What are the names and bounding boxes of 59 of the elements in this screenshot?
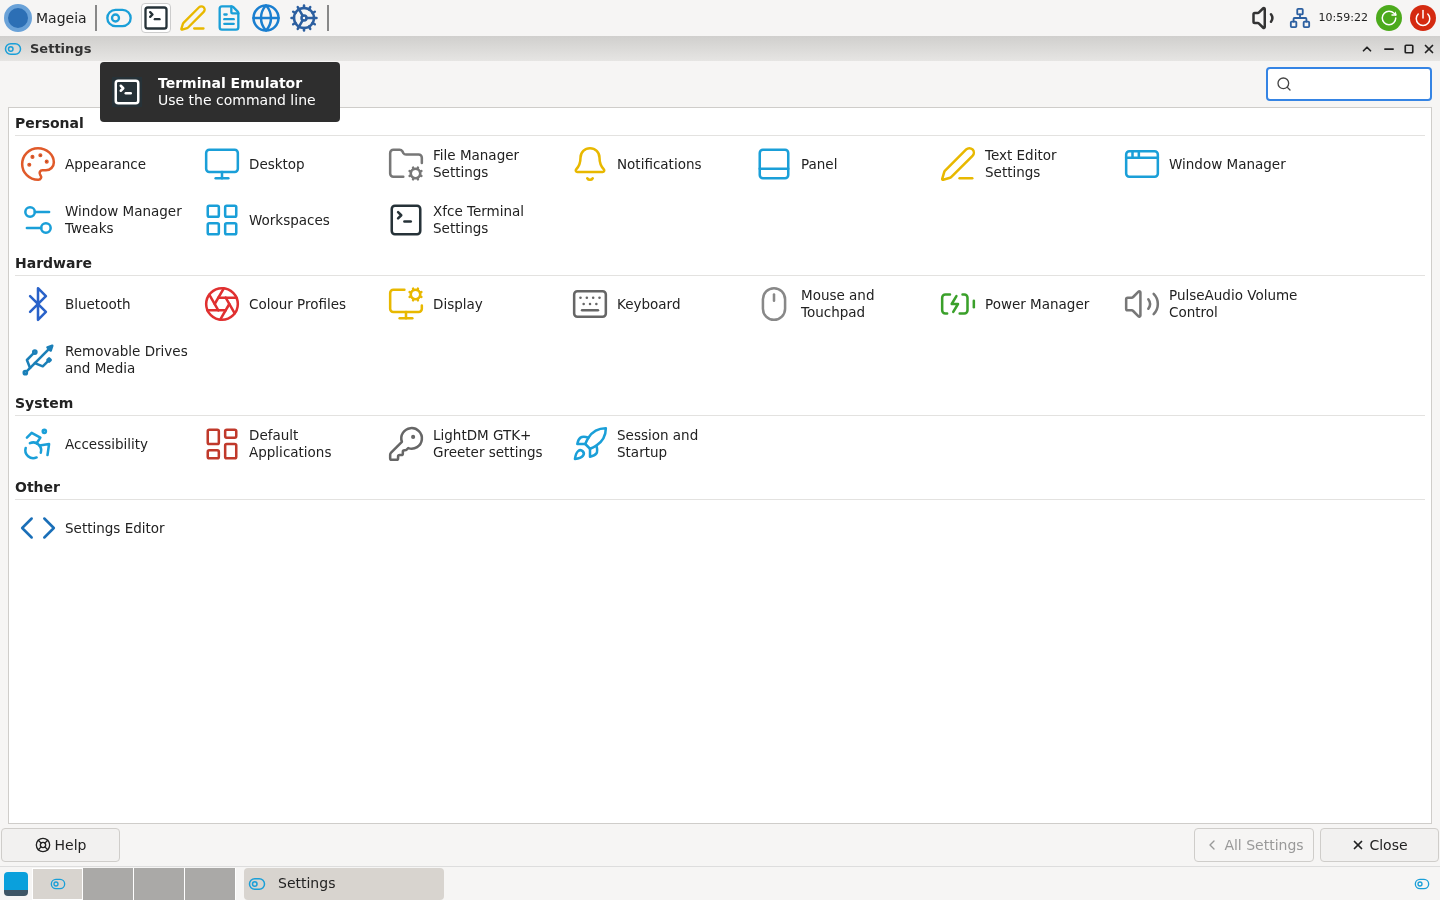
settings-item[interactable]: Power Manager (935, 276, 1119, 332)
clock[interactable]: 10:59:22 (1318, 9, 1368, 27)
settings-item[interactable]: Appearance (15, 136, 199, 192)
settings-item[interactable]: Bluetooth (15, 276, 199, 332)
settings-item[interactable]: Accessibility (15, 416, 199, 472)
folder-icon (387, 145, 425, 183)
terminal-icon[interactable] (140, 3, 171, 33)
app-tiles-icon (203, 425, 241, 463)
rocket-icon (571, 425, 609, 463)
settings-item[interactable]: Window Manager (1119, 136, 1303, 192)
pencil-icon (939, 145, 977, 183)
settings-item[interactable]: Removable Drives and Media (15, 332, 199, 388)
settings-item[interactable]: Keyboard (567, 276, 751, 332)
settings-item[interactable]: Session and Startup (567, 416, 751, 472)
settings-item[interactable]: Xfce Terminal Settings (383, 192, 567, 248)
settings-item[interactable]: PulseAudio Volume Control (1119, 276, 1303, 332)
settings-item[interactable]: Desktop (199, 136, 383, 192)
tooltip-title: Terminal Emulator (158, 75, 304, 92)
settings-item[interactable]: Display (383, 276, 567, 332)
workspace-button[interactable] (185, 867, 236, 900)
restart-icon[interactable] (1376, 5, 1402, 31)
settings-item[interactable]: Notifications (567, 136, 751, 192)
settings-item[interactable]: Settings Editor (15, 500, 199, 556)
workspace-button[interactable] (134, 867, 185, 900)
settings-item[interactable]: Text Editor Settings (935, 136, 1119, 192)
settings-item[interactable]: Workspaces (199, 192, 383, 248)
workspace-button[interactable] (83, 867, 134, 900)
section-heading: System (15, 393, 1425, 416)
settings-item[interactable]: LightDM GTK+ Greeter settings (383, 416, 567, 472)
settings-item[interactable]: File Manager Settings (383, 136, 567, 192)
show-desktop-icon[interactable] (4, 871, 28, 896)
tooltip-subtitle: Use the command line (158, 92, 316, 109)
applications-menu[interactable]: Mageia (4, 2, 87, 34)
settings-item[interactable]: Colour Profiles (199, 276, 383, 332)
lifebuoy-icon (34, 837, 51, 853)
monitor-icon (203, 145, 241, 183)
search-icon (1276, 76, 1292, 92)
panel-icon (755, 145, 793, 183)
settings-item[interactable]: Default Applications (199, 416, 383, 472)
terminal-icon (387, 201, 425, 239)
display-icon (387, 285, 425, 323)
search-field[interactable] (1266, 67, 1432, 101)
palette-icon (19, 145, 57, 183)
window-title: Settings (30, 39, 92, 58)
maximize-icon[interactable] (1404, 43, 1414, 54)
close-button[interactable]: Close (1320, 828, 1439, 862)
help-button[interactable]: Help (1, 828, 120, 862)
window-button[interactable]: Settings (244, 867, 444, 900)
section-heading: Hardware (15, 253, 1425, 276)
terminal-icon (112, 77, 142, 107)
settings-item[interactable]: Mouse and Touchpad (751, 276, 935, 332)
section-heading: Other (15, 477, 1425, 500)
globe-icon[interactable] (250, 3, 281, 33)
power-icon[interactable] (1410, 5, 1436, 31)
grid-icon (203, 201, 241, 239)
gear-icon[interactable] (288, 3, 319, 33)
settings-item[interactable]: Panel (751, 136, 935, 192)
network-icon[interactable] (1288, 7, 1311, 29)
settings-item[interactable]: Window Manager Tweaks (15, 192, 199, 248)
